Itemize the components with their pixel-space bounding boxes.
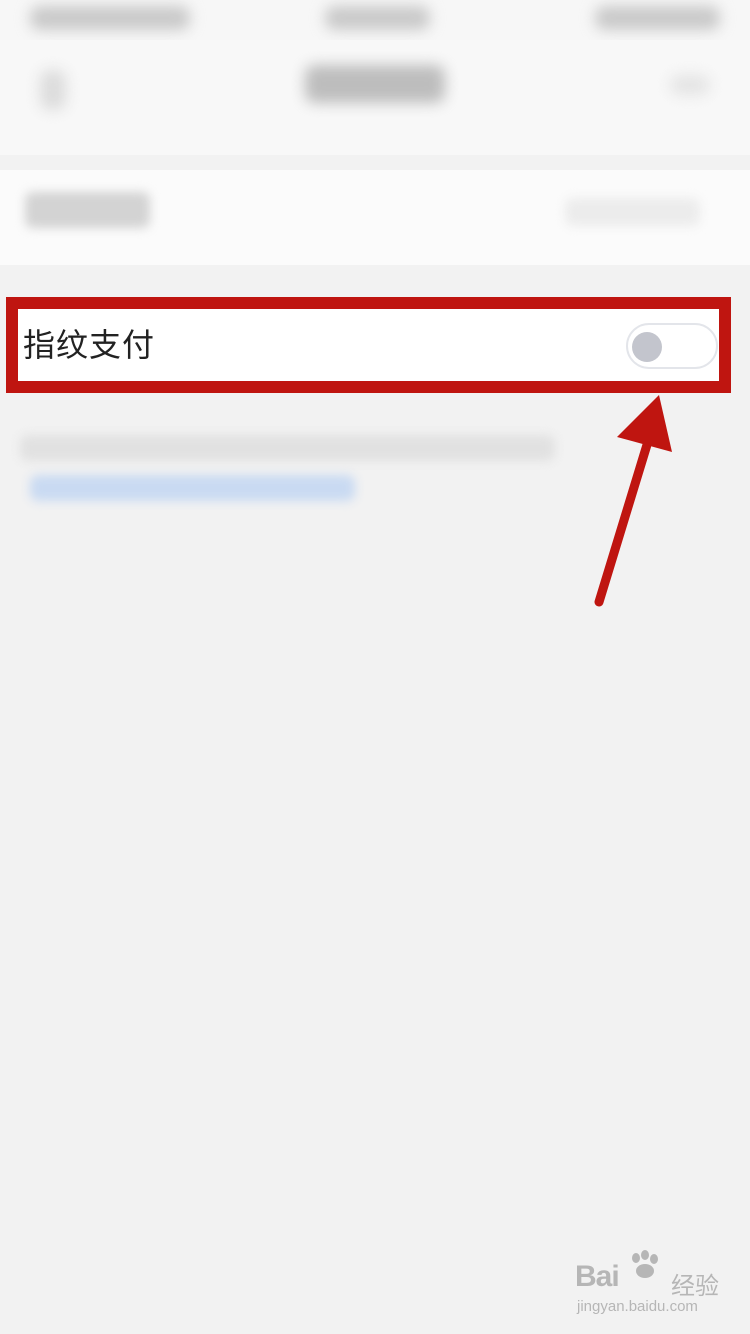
fingerprint-payment-toggle[interactable]: [626, 323, 718, 369]
more-icon[interactable]: [670, 75, 710, 95]
watermark-url: jingyan.baidu.com: [577, 1298, 698, 1315]
blurred-setting-label: [25, 192, 150, 228]
nav-bar: [0, 40, 750, 155]
arrow-head: [617, 395, 672, 452]
toggle-knob: [632, 332, 662, 362]
blurred-description-line: [20, 435, 555, 461]
paw-logo-icon: [632, 1250, 658, 1278]
fingerprint-payment-row: 指纹支付: [6, 297, 731, 393]
status-bar-left-blurred: [30, 6, 190, 30]
blurred-setting-value: [565, 198, 700, 226]
watermark-brand: Bai: [575, 1260, 620, 1293]
back-icon[interactable]: [40, 70, 66, 110]
status-bar: [0, 0, 750, 40]
watermark-brand-suffix: 经验: [671, 1272, 719, 1300]
status-bar-time-blurred: [325, 6, 430, 30]
blurred-setting-card: [0, 170, 750, 265]
baidu-watermark: Bai 经验 jingyan.baidu.com: [573, 1250, 723, 1320]
page-title-blurred: [305, 65, 445, 103]
fingerprint-payment-label: 指纹支付: [23, 326, 156, 364]
blurred-description-link: [30, 475, 355, 501]
arrow-shaft: [594, 407, 662, 607]
status-bar-right-blurred: [595, 6, 720, 30]
